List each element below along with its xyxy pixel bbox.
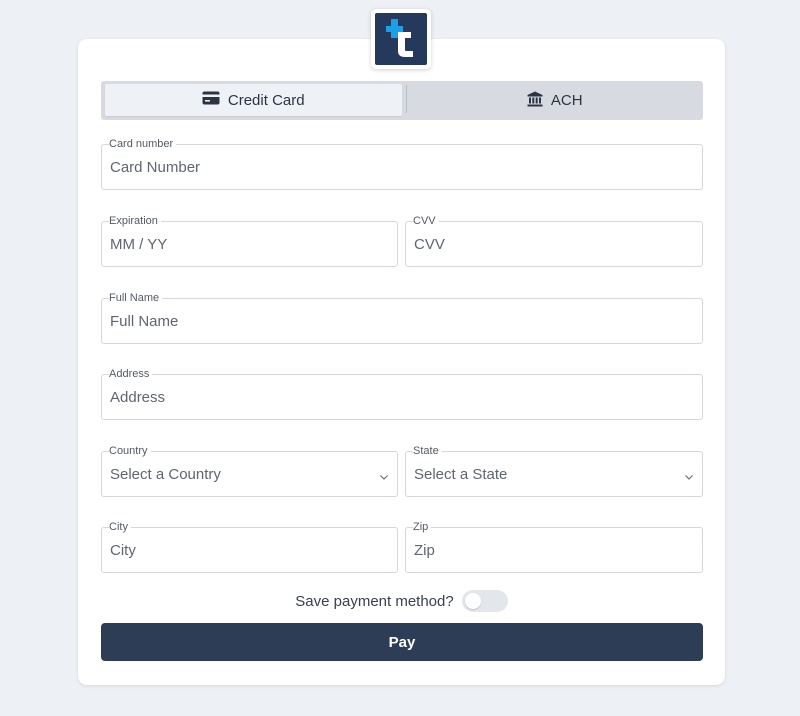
tab-label: ACH	[550, 92, 583, 109]
zip-field: Zip	[405, 521, 703, 573]
tab-ach[interactable]: ACH	[407, 81, 704, 120]
zip-input[interactable]	[405, 527, 703, 573]
chevron-down-icon	[684, 469, 694, 486]
card-number-label: Card number	[109, 138, 177, 151]
address-field: Address	[101, 368, 703, 420]
cvv-field: CVV	[405, 215, 703, 267]
bank-icon	[527, 91, 543, 111]
zip-label: Zip	[413, 521, 432, 534]
country-field: Country Select a Country	[101, 445, 398, 497]
state-select-value: Select a State	[414, 465, 508, 483]
save-payment-label: Save payment method?	[295, 592, 454, 610]
brand-t-icon	[375, 13, 427, 65]
save-payment-row: Save payment method?	[78, 590, 725, 612]
state-select[interactable]: Select a State	[405, 451, 703, 497]
country-select-value: Select a Country	[110, 465, 221, 483]
payment-method-tabs: Credit Card ACH	[101, 81, 703, 120]
cvv-input[interactable]	[405, 221, 703, 267]
credit-card-icon	[202, 91, 220, 109]
city-label: City	[109, 521, 131, 534]
payment-card: Credit Card ACH Card number Expiration	[78, 39, 725, 685]
country-label: Country	[109, 445, 151, 458]
chevron-down-icon	[379, 469, 389, 486]
pay-button[interactable]: Pay	[101, 623, 703, 661]
city-input[interactable]	[101, 527, 398, 573]
tab-label: Credit Card	[227, 91, 305, 109]
expiration-field: Expiration	[101, 215, 398, 267]
save-payment-toggle[interactable]	[461, 590, 508, 612]
full-name-input[interactable]	[101, 298, 703, 344]
state-label: State	[413, 445, 442, 458]
state-field: State Select a State	[405, 445, 703, 497]
card-number-input[interactable]	[101, 144, 703, 190]
address-label: Address	[109, 368, 153, 381]
expiration-label: Expiration	[109, 215, 161, 228]
full-name-label: Full Name	[109, 292, 163, 305]
full-name-field: Full Name	[101, 292, 703, 344]
toggle-knob	[464, 593, 481, 609]
card-number-field: Card number	[101, 138, 703, 190]
cvv-label: CVV	[413, 215, 439, 228]
address-input[interactable]	[101, 374, 703, 420]
tab-credit-card[interactable]: Credit Card	[105, 84, 402, 116]
city-field: City	[101, 521, 398, 573]
brand-logo	[371, 9, 431, 69]
